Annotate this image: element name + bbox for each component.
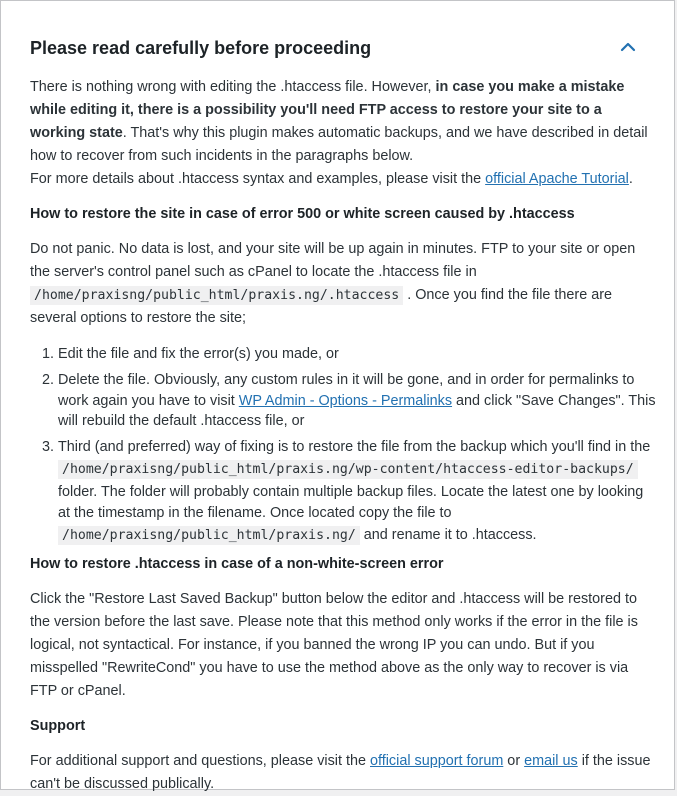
intro-paragraph: There is nothing wrong with editing the … [30, 76, 656, 191]
support-text: For additional support and questions, pl… [30, 752, 370, 769]
info-panel: Please read carefully before proceeding … [0, 0, 675, 792]
email-us-link[interactable]: email us [524, 753, 578, 769]
restore-steps-list: Edit the file and fix the error(s) you m… [30, 344, 656, 548]
step-3-text: Third (and preferred) way of fixing is t… [58, 439, 651, 456]
support-text-mid: or [503, 752, 525, 769]
error-500-paragraph: Do not panic. No data is lost, and your … [30, 238, 656, 330]
support-paragraph: For additional support and questions, pl… [30, 750, 656, 796]
panel-content: There is nothing wrong with editing the … [30, 76, 656, 796]
chevron-up-icon[interactable] [616, 36, 640, 60]
intro-text-end: . That's why this plugin makes automatic… [30, 125, 648, 164]
htaccess-path: /home/praxisng/public_html/praxis.ng/.ht… [30, 286, 404, 305]
details-text-end: . [628, 171, 633, 187]
step-1-text: Edit the file and fix the error(s) you m… [58, 346, 339, 362]
step-3-text-end: and rename it to .htaccess. [359, 526, 537, 543]
section-heading-non-white-screen: How to restore .htaccess in case of a no… [30, 555, 444, 572]
apache-tutorial-link[interactable]: official Apache Tutorial [485, 171, 629, 187]
support-forum-link[interactable]: official support forum [370, 753, 503, 769]
details-text: For more details about .htaccess syntax … [30, 171, 486, 187]
list-item: Delete the file. Obviously, any custom r… [58, 370, 656, 432]
error-500-text: Do not panic. No data is lost, and your … [30, 241, 636, 280]
permalinks-link[interactable]: WP Admin - Options - Permalinks [239, 393, 452, 409]
list-item: Third (and preferred) way of fixing is t… [58, 437, 656, 547]
site-root-path: /home/praxisng/public_html/praxis.ng/ [58, 525, 360, 545]
step-3-text-mid: folder. The folder will probably contain… [58, 483, 644, 521]
panel-title: Please read carefully before proceeding [30, 38, 372, 58]
intro-text: There is nothing wrong with editing the … [30, 79, 436, 95]
backups-folder-path: /home/praxisng/public_html/praxis.ng/wp-… [58, 459, 638, 479]
section-heading-error-500: How to restore the site in case of error… [30, 206, 575, 222]
section-heading-support: Support [30, 717, 86, 734]
non-white-screen-paragraph: Click the "Restore Last Saved Backup" bu… [30, 590, 638, 699]
panel-header[interactable]: Please read carefully before proceeding [30, 36, 652, 62]
list-item: Edit the file and fix the error(s) you m… [58, 344, 656, 365]
